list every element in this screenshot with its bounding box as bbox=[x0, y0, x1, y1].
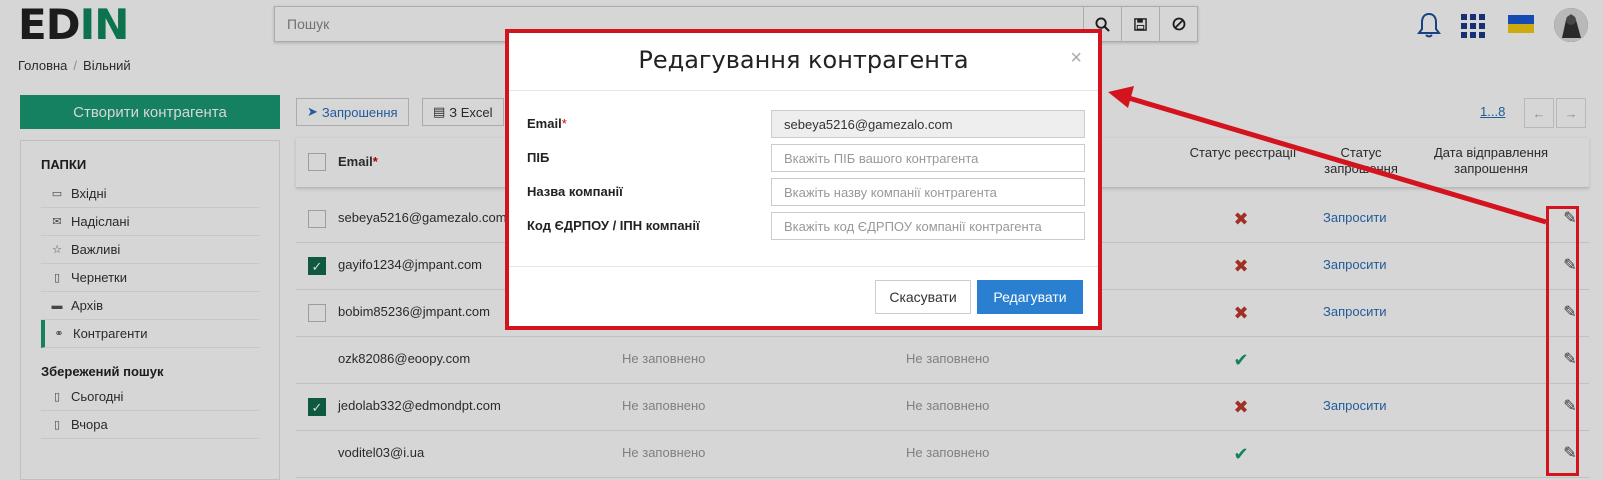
company-row: Назва компанії bbox=[527, 178, 1087, 206]
pib-field[interactable] bbox=[771, 144, 1085, 172]
email-label-text: Email bbox=[527, 116, 562, 131]
code-field[interactable] bbox=[771, 212, 1085, 240]
email-label: Email* bbox=[527, 116, 567, 131]
edit-contractor-modal: Редагування контрагента × Email* ПІБ Наз… bbox=[505, 29, 1102, 330]
cancel-button[interactable]: Скасувати bbox=[875, 280, 971, 314]
annotation-highlight-box bbox=[1546, 206, 1579, 476]
pib-label: ПІБ bbox=[527, 150, 550, 165]
email-row: Email* bbox=[527, 110, 1087, 138]
code-label: Код ЄДРПОУ / ІПН компанії bbox=[527, 218, 700, 233]
pib-row: ПІБ bbox=[527, 144, 1087, 172]
modal-footer: Скасувати Редагувати bbox=[509, 266, 1098, 326]
company-field[interactable] bbox=[771, 178, 1085, 206]
code-row: Код ЄДРПОУ / ІПН компанії bbox=[527, 212, 1087, 240]
company-label: Назва компанії bbox=[527, 184, 623, 199]
modal-header: Редагування контрагента × bbox=[509, 33, 1098, 91]
edit-submit-button[interactable]: Редагувати bbox=[977, 280, 1083, 314]
close-icon[interactable]: × bbox=[1070, 47, 1082, 70]
email-field[interactable] bbox=[771, 110, 1085, 138]
modal-title: Редагування контрагента bbox=[638, 46, 969, 74]
